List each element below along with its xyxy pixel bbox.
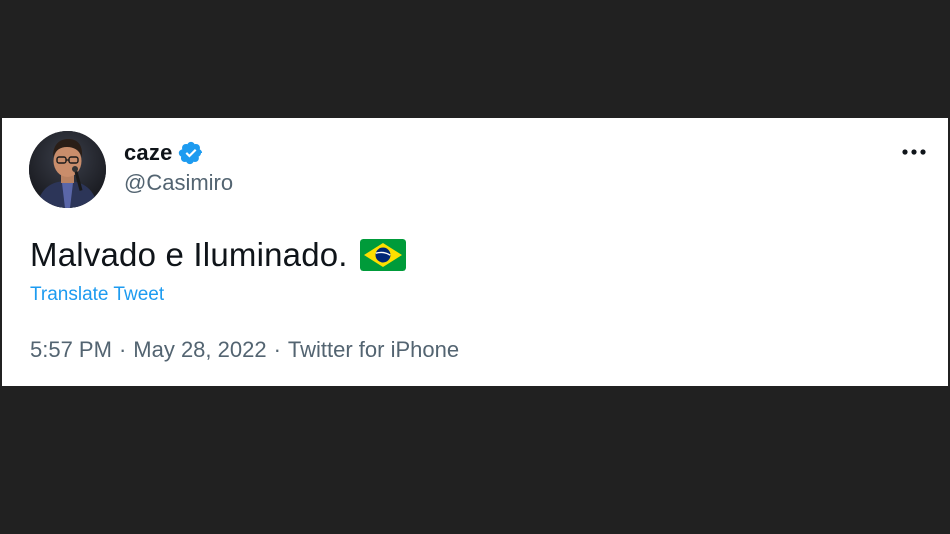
brazil-flag-emoji xyxy=(359,239,406,271)
more-options-icon[interactable] xyxy=(898,142,930,162)
tweet-text: Malvado e Iluminado. xyxy=(30,236,348,273)
display-name-row[interactable]: caze xyxy=(124,139,204,167)
avatar-image xyxy=(29,131,106,208)
tweet-metadata: 5:57 PM · May 28, 2022 · Twitter for iPh… xyxy=(30,337,459,363)
tweet-time[interactable]: 5:57 PM xyxy=(30,337,112,363)
separator: · xyxy=(273,337,281,362)
tweet-text-row: Malvado e Iluminado. xyxy=(30,235,406,275)
user-handle[interactable]: @Casimiro xyxy=(124,170,233,196)
tweet-source[interactable]: Twitter for iPhone xyxy=(288,337,459,363)
tweet-date[interactable]: May 28, 2022 xyxy=(133,337,266,363)
avatar[interactable] xyxy=(29,131,106,208)
display-name[interactable]: caze xyxy=(124,140,173,166)
separator: · xyxy=(118,337,127,362)
tweet-card: caze @Casimiro Malvado e Iluminado. Tran xyxy=(2,118,948,386)
verified-badge-icon xyxy=(178,140,204,166)
translate-tweet-link[interactable]: Translate Tweet xyxy=(30,284,164,306)
